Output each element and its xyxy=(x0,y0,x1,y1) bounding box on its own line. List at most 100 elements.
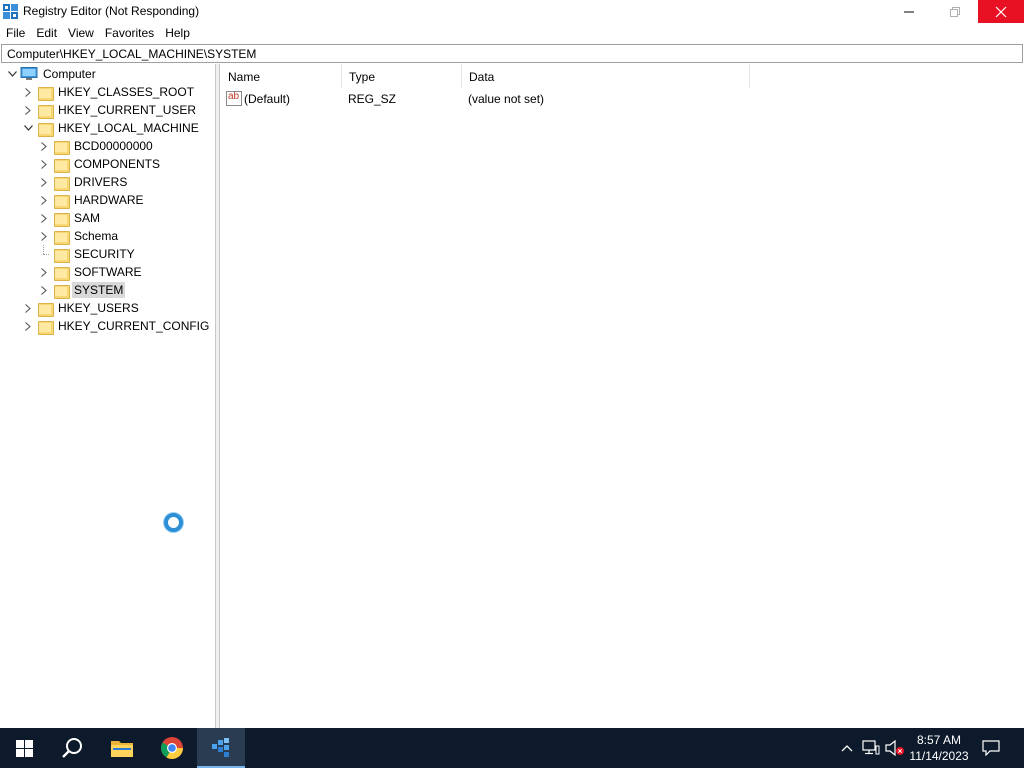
column-header-type[interactable]: Type xyxy=(342,64,462,88)
tree-item-system[interactable]: SYSTEM xyxy=(38,281,126,299)
chevron-right-icon[interactable] xyxy=(22,317,34,335)
chevron-right-icon[interactable] xyxy=(38,209,50,227)
chevron-right-icon[interactable] xyxy=(38,263,50,281)
folder-icon xyxy=(38,302,54,317)
volume-muted-icon xyxy=(885,740,904,756)
chevron-right-icon[interactable] xyxy=(22,101,34,119)
busy-cursor-icon xyxy=(164,513,183,532)
tree-item-hkey-current-user[interactable]: HKEY_CURRENT_USER xyxy=(22,101,198,119)
folder-icon xyxy=(38,104,54,119)
restore-icon xyxy=(950,6,960,17)
volume-button[interactable] xyxy=(885,738,905,758)
folder-icon xyxy=(54,248,70,263)
tree-item-drivers[interactable]: DRIVERS xyxy=(38,173,129,191)
folder-icon xyxy=(38,320,54,335)
tree-item-computer[interactable]: Computer xyxy=(6,65,98,83)
start-button[interactable] xyxy=(0,728,48,768)
menu-edit[interactable]: Edit xyxy=(31,23,62,43)
chevron-right-icon[interactable] xyxy=(38,137,50,155)
chevron-right-icon[interactable] xyxy=(22,299,34,317)
value-name: (Default) xyxy=(244,92,291,106)
tree-label: HKEY_CLASSES_ROOT xyxy=(58,85,195,99)
regedit-icon xyxy=(3,4,18,19)
address-bar[interactable]: Computer\HKEY_LOCAL_MACHINE\SYSTEM xyxy=(1,44,1023,63)
menu-file[interactable]: File xyxy=(0,23,30,43)
clock-time: 8:57 AM xyxy=(916,733,962,747)
chevron-down-icon[interactable] xyxy=(22,119,34,137)
search-icon xyxy=(62,738,82,758)
address-path: Computer\HKEY_LOCAL_MACHINE\SYSTEM xyxy=(7,47,257,61)
folder-icon xyxy=(54,158,70,173)
network-button[interactable] xyxy=(861,738,881,758)
notification-icon xyxy=(982,740,1000,756)
tree-label: COMPONENTS xyxy=(74,157,161,171)
string-value-icon: ab xyxy=(226,91,242,106)
menu-bar: File Edit View Favorites Help xyxy=(0,23,1024,43)
maximize-button[interactable] xyxy=(932,0,978,23)
chevron-right-icon[interactable] xyxy=(38,173,50,191)
column-header-data[interactable]: Data xyxy=(462,64,750,88)
column-header-name[interactable]: Name xyxy=(221,64,342,88)
folder-icon xyxy=(54,284,70,299)
close-button[interactable] xyxy=(978,0,1024,23)
pane-splitter[interactable] xyxy=(216,64,220,728)
close-icon xyxy=(995,6,1007,17)
title-bar[interactable]: Registry Editor (Not Responding) xyxy=(0,0,1024,23)
chevron-up-icon xyxy=(841,745,853,752)
network-icon xyxy=(862,740,880,755)
file-explorer-icon xyxy=(111,741,133,757)
tree-item-components[interactable]: COMPONENTS xyxy=(38,155,162,173)
tree-item-software[interactable]: SOFTWARE xyxy=(38,263,144,281)
show-hidden-icons-button[interactable] xyxy=(837,738,857,758)
menu-view[interactable]: View xyxy=(63,23,99,43)
folder-icon xyxy=(54,176,70,191)
tree-label: BCD00000000 xyxy=(74,139,153,153)
tree-label: SECURITY xyxy=(74,247,135,261)
regedit-icon xyxy=(212,738,229,757)
registry-editor-window: Registry Editor (Not Responding) File Ed… xyxy=(0,0,1024,728)
folder-icon xyxy=(54,230,70,245)
folder-icon xyxy=(54,212,70,227)
tree-label: HKEY_USERS xyxy=(58,301,139,315)
folder-icon xyxy=(54,140,70,155)
chevron-right-icon[interactable] xyxy=(38,155,50,173)
regedit-taskbar-button[interactable] xyxy=(197,728,245,768)
chevron-right-icon[interactable] xyxy=(38,191,50,209)
tree-pane[interactable]: Computer HKEY_CLASSES_ROOT HKEY_CURRENT_… xyxy=(1,64,216,728)
tree-item-schema[interactable]: Schema xyxy=(38,227,120,245)
tree-label: SYSTEM xyxy=(72,282,126,298)
tree-label: HKEY_LOCAL_MACHINE xyxy=(58,121,199,135)
system-clock[interactable]: 8:57 AM 11/14/2023 xyxy=(903,732,975,764)
folder-icon xyxy=(54,194,70,209)
search-button[interactable] xyxy=(48,728,96,768)
tree-item-hkey-local-machine[interactable]: HKEY_LOCAL_MACHINE xyxy=(22,119,201,137)
tree-item-hkey-current-config[interactable]: HKEY_CURRENT_CONFIG xyxy=(22,317,211,335)
minimize-button[interactable] xyxy=(886,0,932,23)
file-explorer-button[interactable] xyxy=(98,728,146,768)
taskbar: 8:57 AM 11/14/2023 xyxy=(0,728,1024,768)
tree-item-bcd[interactable]: BCD00000000 xyxy=(38,137,155,155)
tree-item-hkey-classes-root[interactable]: HKEY_CLASSES_ROOT xyxy=(22,83,196,101)
chevron-right-icon[interactable] xyxy=(38,227,50,245)
action-center-button[interactable] xyxy=(981,738,1001,758)
folder-icon xyxy=(54,266,70,281)
tree-item-security[interactable]: SECURITY xyxy=(38,245,137,263)
tree-label: HARDWARE xyxy=(74,193,144,207)
folder-icon xyxy=(38,86,54,101)
menu-help[interactable]: Help xyxy=(160,23,195,43)
tree-item-hardware[interactable]: HARDWARE xyxy=(38,191,146,209)
value-type: REG_SZ xyxy=(348,92,397,106)
tree-label: Schema xyxy=(74,229,119,243)
tree-label: DRIVERS xyxy=(74,175,128,189)
chevron-right-icon[interactable] xyxy=(22,83,34,101)
minimize-icon xyxy=(904,11,914,12)
menu-favorites[interactable]: Favorites xyxy=(100,23,159,43)
values-list[interactable]: Name Type Data ab (Default) REG_SZ (valu… xyxy=(221,64,1024,728)
chevron-down-icon[interactable] xyxy=(6,65,18,83)
chevron-right-icon[interactable] xyxy=(38,281,50,299)
start-icon xyxy=(15,739,33,757)
tree-item-sam[interactable]: SAM xyxy=(38,209,102,227)
list-row[interactable]: ab (Default) REG_SZ (value not set) xyxy=(221,90,1024,108)
chrome-button[interactable] xyxy=(148,728,196,768)
tree-item-hkey-users[interactable]: HKEY_USERS xyxy=(22,299,141,317)
